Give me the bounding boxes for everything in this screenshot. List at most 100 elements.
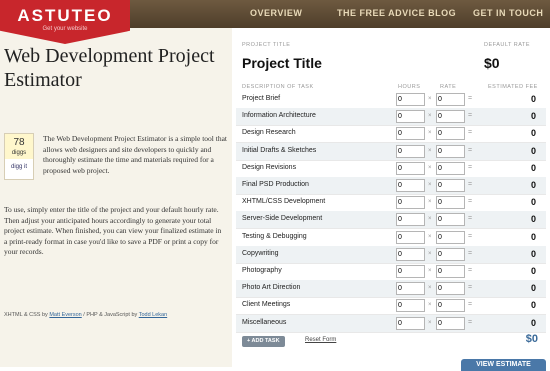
rate-input[interactable] (436, 282, 465, 296)
project-title-field[interactable]: Project Title (242, 55, 322, 71)
hours-input[interactable] (396, 316, 425, 330)
rate-input[interactable] (436, 93, 465, 106)
hours-input[interactable] (396, 93, 425, 106)
rate-input[interactable] (436, 110, 465, 124)
equals-symbol: = (468, 215, 473, 223)
author-link-todd-lekan[interactable]: Todd Lekan (139, 312, 167, 318)
task-row: Initial Drafts & Sketches × = 0 (236, 142, 546, 161)
estimated-fee: 0 (530, 111, 536, 122)
task-name: Information Architecture (242, 112, 316, 120)
hours-input[interactable] (396, 230, 425, 244)
hours-input[interactable] (396, 179, 425, 192)
column-header-task: DESCRIPTION OF TASK (242, 84, 314, 90)
column-header-rate: RATE (440, 84, 457, 90)
equals-symbol: = (468, 112, 473, 120)
multiply-symbol: × (428, 147, 432, 154)
multiply-symbol: × (428, 182, 432, 188)
rate-input[interactable] (436, 213, 465, 227)
equals-symbol: = (468, 146, 473, 154)
task-name: Project Brief (242, 95, 281, 102)
column-header-fee: ESTIMATED FEE (488, 84, 538, 90)
hours-input[interactable] (396, 265, 425, 278)
task-row: Client Meetings × = 0 (236, 297, 546, 316)
estimated-fee: 0 (530, 94, 536, 104)
digg-widget[interactable]: 78 diggs digg it (4, 133, 34, 180)
equals-symbol: = (468, 301, 473, 309)
task-name: Final PSD Production (242, 181, 309, 188)
hours-input[interactable] (396, 247, 425, 261)
rate-input[interactable] (436, 144, 465, 158)
nav-overview[interactable]: OVERVIEW (250, 8, 302, 18)
column-header-hours: HOURS (398, 84, 421, 90)
task-name: Testing & Debugging (242, 232, 307, 240)
task-name: Client Meetings (242, 301, 291, 309)
intro-paragraph: The Web Development Project Estimator is… (43, 134, 228, 175)
digg-count-number: 78 (13, 137, 25, 148)
estimated-fee: 0 (530, 145, 536, 156)
equals-symbol: = (468, 249, 473, 257)
task-row: XHTML/CSS Development × = 0 (236, 194, 546, 213)
add-task-button[interactable]: + ADD TASK (242, 336, 285, 347)
credits-middle: / PHP & JavaScript by (81, 312, 139, 318)
task-row: Server-Side Development × = 0 (236, 211, 546, 230)
task-name: XHTML/CSS Development (242, 198, 326, 206)
view-estimate-button[interactable]: VIEW ESTIMATE (461, 359, 546, 371)
hours-input[interactable] (396, 144, 425, 158)
task-row: Information Architecture × = 0 (236, 108, 546, 127)
reset-form-link[interactable]: Reset Form (305, 337, 336, 343)
digg-it-button[interactable]: digg it (5, 159, 33, 170)
logo-name: ASTUTEO (17, 6, 113, 25)
rate-input[interactable] (436, 127, 465, 141)
rate-input[interactable] (436, 299, 465, 313)
task-name: Design Research (242, 129, 296, 137)
rate-input[interactable] (436, 247, 465, 261)
credits-prefix: XHTML & CSS by (4, 312, 50, 318)
digg-count: 78 diggs (5, 134, 33, 159)
estimated-fee: 0 (530, 128, 536, 139)
equals-symbol: = (468, 181, 473, 188)
equals-symbol: = (468, 318, 473, 326)
hours-input[interactable] (396, 282, 425, 296)
multiply-symbol: × (428, 233, 432, 240)
nav-get-in-touch[interactable]: GET IN TOUCH (473, 8, 543, 18)
task-row: Copywriting × = 0 (236, 245, 546, 264)
multiply-symbol: × (428, 199, 432, 206)
hours-input[interactable] (396, 110, 425, 124)
task-row: Testing & Debugging × = 0 (236, 229, 546, 247)
equals-symbol: = (468, 267, 473, 274)
rate-input[interactable] (436, 161, 465, 175)
equals-symbol: = (468, 95, 473, 102)
task-row: Miscellaneous × = 0 (236, 314, 546, 333)
nav-free-advice-blog[interactable]: THE FREE ADVICE BLOG (337, 8, 456, 18)
hours-input[interactable] (396, 213, 425, 227)
task-name: Initial Drafts & Sketches (242, 146, 317, 154)
total-estimate: $0 (525, 333, 538, 345)
rate-input[interactable] (436, 196, 465, 210)
multiply-symbol: × (428, 130, 432, 137)
hours-input[interactable] (396, 196, 425, 210)
multiply-symbol: × (428, 216, 432, 223)
rate-input[interactable] (436, 230, 465, 244)
rate-input[interactable] (436, 179, 465, 192)
task-row: Photography × = 0 (236, 263, 546, 281)
rate-input[interactable] (436, 265, 465, 278)
estimated-fee: 0 (530, 162, 536, 173)
equals-symbol: = (468, 163, 473, 171)
multiply-symbol: × (428, 96, 432, 102)
task-name: Copywriting (242, 249, 279, 257)
task-row: Project Brief × = 0 (236, 91, 546, 109)
estimated-fee: 0 (530, 283, 536, 294)
estimated-fee: 0 (530, 248, 536, 259)
task-name: Server-Side Development (242, 215, 323, 223)
task-row: Design Revisions × = 0 (236, 160, 546, 178)
rate-input[interactable] (436, 316, 465, 330)
hours-input[interactable] (396, 127, 425, 141)
estimated-fee: 0 (530, 317, 536, 328)
credits: XHTML & CSS by Matt Everson / PHP & Java… (4, 312, 167, 318)
hours-input[interactable] (396, 299, 425, 313)
author-link-matt-everson[interactable]: Matt Everson (49, 312, 81, 318)
estimated-fee: 0 (530, 300, 536, 311)
task-row: Photo Art Direction × = 0 (236, 280, 546, 299)
default-rate-field[interactable]: $0 (484, 55, 500, 71)
hours-input[interactable] (396, 161, 425, 175)
